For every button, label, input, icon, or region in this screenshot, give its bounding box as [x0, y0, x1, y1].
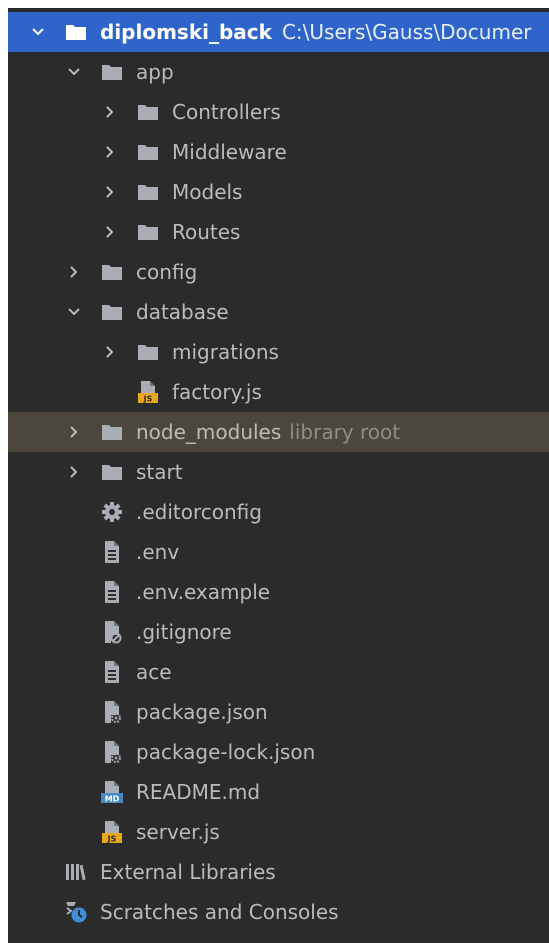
- tree-item-label: Scratches and Consoles: [100, 900, 339, 924]
- tree-item-config[interactable]: config: [8, 252, 549, 292]
- folder-icon: [138, 225, 158, 240]
- tree-item-label: .env: [136, 540, 180, 564]
- library-root-tag: library root: [289, 420, 401, 444]
- project-name: diplomski_back: [100, 20, 272, 44]
- tree-item-label: package.json: [136, 700, 268, 724]
- project-path: C:\Users\Gauss\Documer: [281, 20, 532, 44]
- tree-item-readme-md[interactable]: MD README.md: [8, 772, 549, 812]
- tree-item-label: app: [136, 60, 174, 84]
- tree-item-label: node_modules: [136, 420, 282, 444]
- tree-item-label: Middleware: [172, 140, 287, 164]
- chevron-right-icon[interactable]: [102, 104, 118, 120]
- md-badge-text: MD: [105, 795, 120, 804]
- tree-item-label: .gitignore: [136, 620, 232, 644]
- folder-icon: [66, 25, 86, 40]
- tree-item-database[interactable]: database: [8, 292, 549, 332]
- tree-item-label: server.js: [136, 820, 220, 844]
- chevron-right-icon[interactable]: [66, 424, 82, 440]
- tree-item-ace[interactable]: ace: [8, 652, 549, 692]
- tree-item-env-example[interactable]: .env.example: [8, 572, 549, 612]
- tree-item-label: Models: [172, 180, 243, 204]
- chevron-down-icon[interactable]: [66, 304, 82, 320]
- tree-item-label: README.md: [136, 780, 261, 804]
- tree-item-node-modules[interactable]: node_modules library root: [8, 412, 549, 452]
- text-file-icon: [105, 661, 119, 683]
- tree-item-label-group: node_modules library root: [136, 412, 400, 452]
- tree-item-migrations[interactable]: migrations: [8, 332, 549, 372]
- tree-item-external-libraries[interactable]: External Libraries: [8, 852, 549, 892]
- tree-item-label: Routes: [172, 220, 241, 244]
- markdown-file-icon: MD: [101, 781, 123, 804]
- ignored-file-icon: [105, 621, 122, 644]
- js-badge-text: JS: [143, 395, 153, 404]
- chevron-right-icon[interactable]: [102, 224, 118, 240]
- tree-item-app[interactable]: app: [8, 52, 549, 92]
- folder-icon: [102, 465, 122, 480]
- tree-item-label: Controllers: [172, 100, 281, 124]
- folder-icon: [138, 105, 158, 120]
- folder-icon: [102, 305, 122, 320]
- tree-item-label: External Libraries: [100, 860, 276, 884]
- tree-item-factory-js[interactable]: JS factory.js: [8, 372, 549, 412]
- tree-item-label: database: [136, 300, 229, 324]
- text-file-icon: [105, 541, 119, 563]
- chevron-right-icon[interactable]: [66, 264, 82, 280]
- tree-item-label: migrations: [172, 340, 279, 364]
- tree-item-label: factory.js: [172, 380, 262, 404]
- text-file-icon: [105, 581, 119, 603]
- gear-icon: [102, 502, 122, 522]
- tree-item-package-lock-json[interactable]: package-lock.json: [8, 732, 549, 772]
- libraries-icon: [66, 864, 86, 881]
- chevron-down-icon[interactable]: [30, 24, 46, 40]
- js-file-icon: JS: [102, 821, 122, 844]
- json-config-file-icon: [105, 701, 121, 723]
- tree-item-label: config: [136, 260, 198, 284]
- tree-root-row[interactable]: diplomski_back C:\Users\Gauss\Documer: [8, 12, 549, 52]
- tree-item-middleware[interactable]: Middleware: [8, 132, 549, 172]
- chevron-right-icon[interactable]: [66, 464, 82, 480]
- js-file-icon: JS: [138, 381, 158, 404]
- tree-item-scratches-and-consoles[interactable]: Scratches and Consoles: [8, 892, 549, 932]
- tree-item-server-js[interactable]: JS server.js: [8, 812, 549, 852]
- json-config-file-icon: [105, 741, 121, 763]
- js-badge-text: JS: [107, 835, 117, 844]
- tree-item-label: .editorconfig: [136, 500, 262, 524]
- chevron-right-icon[interactable]: [102, 344, 118, 360]
- folder-icon: [138, 185, 158, 200]
- project-tree-panel: diplomski_back C:\Users\Gauss\Documer app…: [8, 8, 549, 943]
- tree-item-label: package-lock.json: [136, 740, 316, 764]
- folder-icon: [102, 425, 122, 440]
- folder-icon: [138, 145, 158, 160]
- tree-item-env[interactable]: .env: [8, 532, 549, 572]
- tree-item-controllers[interactable]: Controllers: [8, 92, 549, 132]
- folder-icon: [102, 65, 122, 80]
- chevron-right-icon[interactable]: [102, 184, 118, 200]
- tree-item-label: ace: [136, 660, 172, 684]
- tree-root-label: diplomski_back C:\Users\Gauss\Documer: [100, 12, 531, 52]
- chevron-right-icon[interactable]: [102, 144, 118, 160]
- tree-item-editorconfig[interactable]: .editorconfig: [8, 492, 549, 532]
- tree-item-label: start: [136, 460, 183, 484]
- folder-icon: [138, 345, 158, 360]
- tree-item-label: .env.example: [136, 580, 271, 604]
- chevron-down-icon[interactable]: [66, 64, 82, 80]
- tree-item-routes[interactable]: Routes: [8, 212, 549, 252]
- tree-item-start[interactable]: start: [8, 452, 549, 492]
- tree-item-gitignore[interactable]: .gitignore: [8, 612, 549, 652]
- tree-item-package-json[interactable]: package.json: [8, 692, 549, 732]
- folder-icon: [102, 265, 122, 280]
- scratches-clock-icon: [66, 902, 87, 923]
- tree-item-models[interactable]: Models: [8, 172, 549, 212]
